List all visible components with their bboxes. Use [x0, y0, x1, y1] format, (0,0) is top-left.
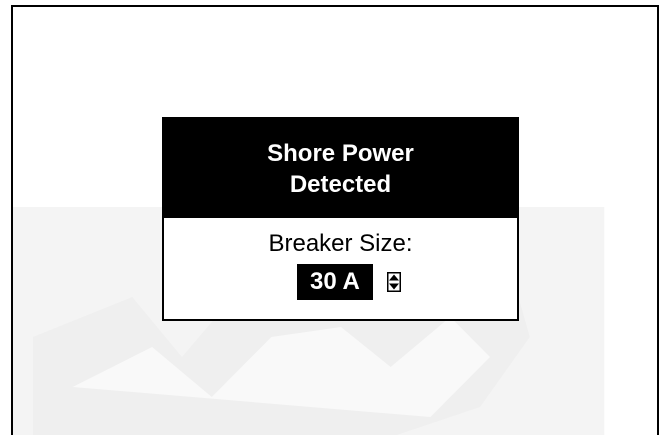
dialog-header: Shore Power Detected: [164, 119, 517, 218]
breaker-size-value[interactable]: 30 A: [297, 264, 373, 300]
breaker-size-row: 30 A: [297, 264, 401, 300]
dialog-title-line2: Detected: [289, 170, 392, 198]
display-screen: Shore Power Detected Breaker Size: 30 A: [11, 5, 659, 435]
dialog-body: Breaker Size: 30 A: [164, 218, 517, 319]
shore-power-dialog: Shore Power Detected Breaker Size: 30 A: [162, 117, 519, 321]
breaker-size-label: Breaker Size:: [268, 230, 413, 257]
up-down-stepper-icon[interactable]: [386, 272, 401, 292]
dialog-title-line1: Shore Power: [267, 139, 414, 167]
